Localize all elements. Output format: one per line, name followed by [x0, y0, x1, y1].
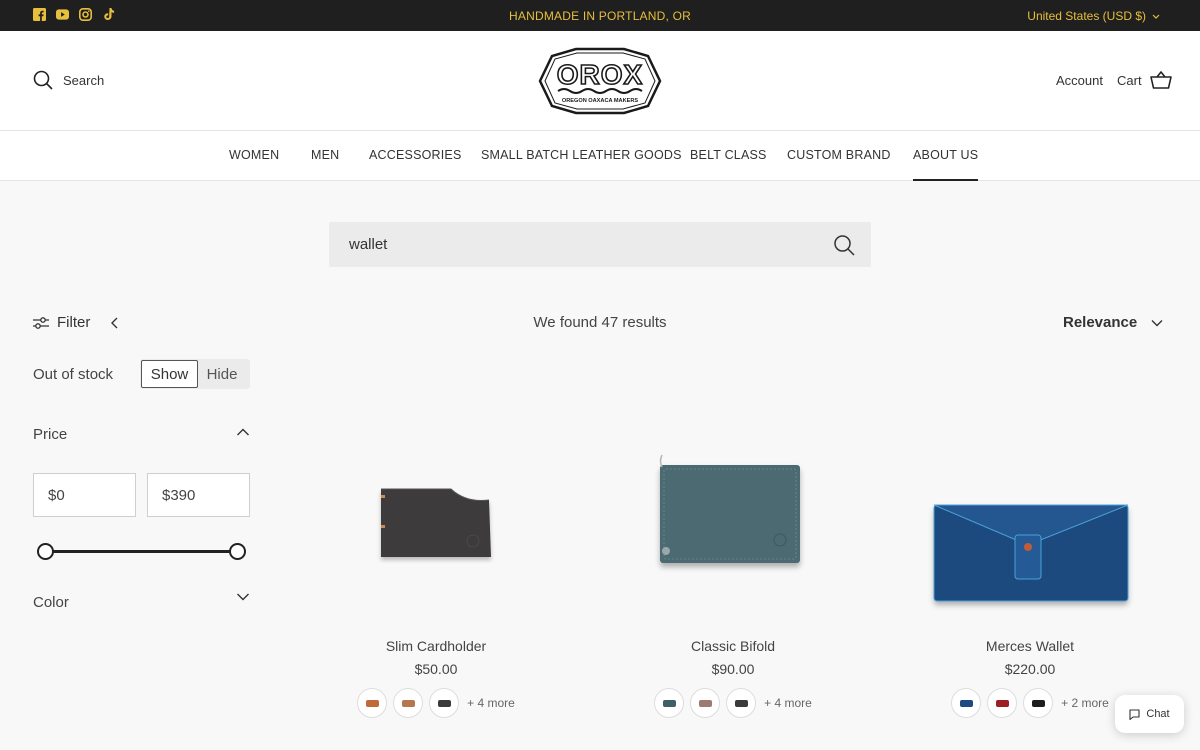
color-swatch[interactable] [654, 688, 685, 718]
orox-logo[interactable]: OROX OREGON OAXACA MAKERS [536, 46, 664, 116]
product-card[interactable]: Merces Wallet $220.00 + 2 more [895, 395, 1165, 725]
main-navigation: WOMEN MEN ACCESSORIES SMALL BATCH LEATHE… [0, 131, 1200, 181]
chevron-down-icon [1152, 14, 1160, 19]
nav-item-custom-brand[interactable]: CUSTOM BRAND [787, 148, 891, 162]
chat-label: Chat [1146, 708, 1170, 720]
nav-item-belt-class[interactable]: BELT CLASS [690, 148, 767, 162]
nav-item-women[interactable]: WOMEN [229, 148, 279, 162]
product-image-merces-wallet[interactable] [895, 395, 1165, 625]
nav-item-small-batch-leather-goods[interactable]: SMALL BATCH LEATHER GOODS [481, 148, 682, 162]
product-title[interactable]: Merces Wallet [895, 638, 1165, 654]
color-swatch[interactable] [393, 688, 424, 718]
color-swatch[interactable] [987, 688, 1018, 718]
hide-button[interactable]: Hide [200, 360, 244, 388]
show-button[interactable]: Show [141, 360, 198, 388]
color-swatch[interactable] [357, 688, 388, 718]
out-of-stock-label: Out of stock [33, 366, 114, 383]
chevron-down-icon [1151, 319, 1163, 326]
nav-item-about-us[interactable]: ABOUT US [913, 148, 979, 181]
chevron-down-icon[interactable] [236, 592, 250, 602]
currency-selector[interactable]: United States (USD $) [1027, 9, 1160, 23]
search-icon [33, 70, 53, 90]
logo-tagline: OREGON OAXACA MAKERS [562, 98, 639, 104]
color-swatches: + 4 more [598, 688, 868, 718]
price-range-max-handle[interactable] [228, 543, 246, 560]
search-input[interactable] [329, 222, 819, 267]
product-title[interactable]: Classic Bifold [598, 638, 868, 654]
out-of-stock-toggle: Show Hide [140, 359, 250, 389]
chat-button[interactable]: Chat [1115, 695, 1184, 733]
announcement-bar: HANDMADE IN PORTLAND, OR United States (… [0, 0, 1200, 31]
product-card[interactable]: Slim Cardholder $50.00 + 4 more [301, 395, 571, 725]
product-card[interactable]: Classic Bifold $90.00 + 4 more [598, 395, 868, 725]
color-swatch[interactable] [1023, 688, 1054, 718]
logo-wordmark: OROX [557, 59, 643, 90]
cart-link[interactable]: Cart [1117, 71, 1172, 89]
site-header: Search OROX OREGON OAXACA MAKERS Account… [0, 31, 1200, 131]
search-form [329, 222, 871, 267]
product-price: $220.00 [1004, 661, 1056, 677]
color-swatch[interactable] [726, 688, 757, 718]
product-image-slim-cardholder[interactable] [301, 395, 571, 625]
more-colors-link[interactable]: + 2 more [1061, 696, 1109, 710]
chat-bubble-icon [1129, 708, 1140, 720]
product-image-classic-bifold[interactable] [598, 395, 868, 625]
announcement-text: HANDMADE IN PORTLAND, OR [509, 9, 691, 23]
cart-basket-icon [1149, 71, 1172, 89]
color-swatch[interactable] [951, 688, 982, 718]
price-max-input[interactable]: $390 [147, 473, 250, 517]
color-filter-heading[interactable]: Color [33, 594, 69, 611]
price-filter-heading[interactable]: Price [33, 426, 67, 443]
account-link[interactable]: Account [1056, 73, 1103, 88]
sort-dropdown[interactable]: Relevance [1063, 314, 1163, 331]
color-swatch[interactable] [429, 688, 460, 718]
nav-item-men[interactable]: MEN [311, 148, 339, 162]
cart-label: Cart [1117, 72, 1142, 88]
product-price: $50.00 [414, 661, 458, 677]
sort-label: Relevance [1063, 314, 1138, 331]
color-swatches: + 4 more [301, 688, 571, 718]
search-label: Search [63, 72, 105, 88]
price-range-track [45, 550, 237, 553]
product-title[interactable]: Slim Cardholder [301, 638, 571, 654]
more-colors-link[interactable]: + 4 more [467, 696, 515, 710]
price-min-input[interactable]: $0 [33, 473, 136, 517]
search-submit-icon[interactable] [833, 234, 855, 256]
header-search-button[interactable]: Search [33, 70, 104, 90]
price-range-min-handle[interactable] [36, 543, 54, 560]
product-price: $90.00 [711, 661, 755, 677]
currency-label: United States (USD $) [1027, 9, 1146, 23]
color-swatch[interactable] [690, 688, 721, 718]
nav-item-accessories[interactable]: ACCESSORIES [369, 148, 462, 162]
results-count: We found 47 results [533, 314, 667, 331]
chevron-up-icon[interactable] [236, 427, 250, 437]
more-colors-link[interactable]: + 4 more [764, 696, 812, 710]
